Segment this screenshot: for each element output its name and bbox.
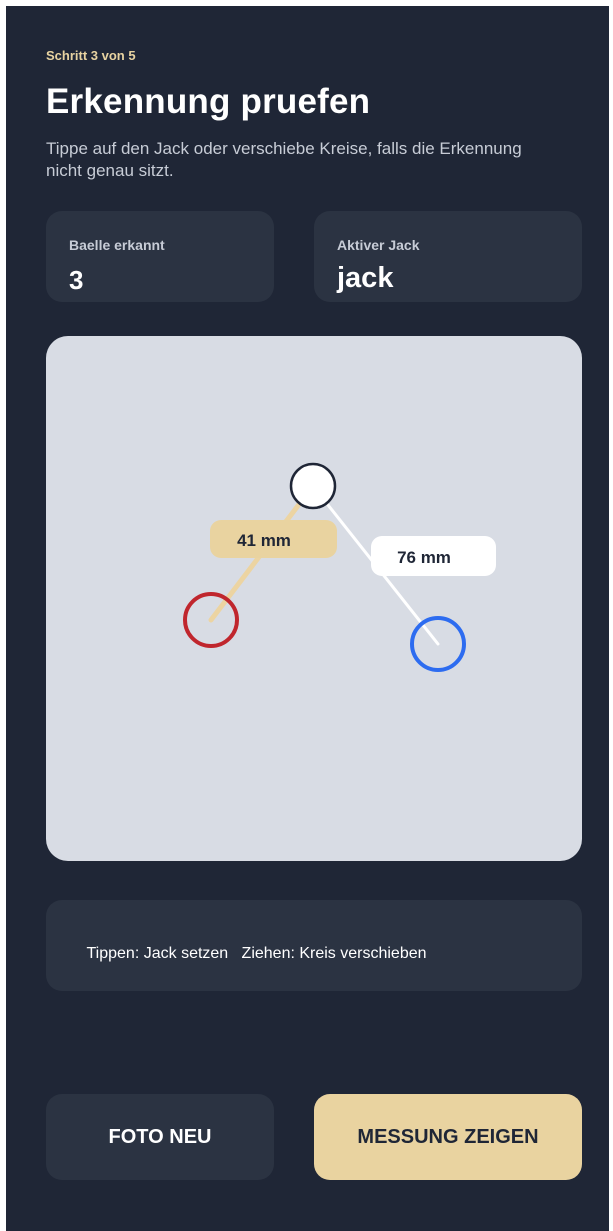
jack-marker[interactable] <box>289 462 337 510</box>
app-screen: Schritt 3 von 5 Erkennung pruefen Tippe … <box>6 6 609 1231</box>
gesture-hint-card: Tippen: Jack setzen Ziehen: Kreis versch… <box>46 900 582 991</box>
active-jack-card: Aktiver Jack jack <box>314 211 582 302</box>
step-indicator: Schritt 3 von 5 <box>46 48 136 63</box>
balls-detected-label: Baelle erkannt <box>69 237 165 253</box>
distance-label-red: 41 mm <box>237 531 291 550</box>
detection-canvas[interactable]: 41 mm 76 mm <box>46 336 582 861</box>
page-subtitle: Tippe auf den Jack oder verschiebe Kreis… <box>46 139 522 180</box>
distance-label-blue: 76 mm <box>397 548 451 567</box>
detection-overlay: 41 mm 76 mm <box>183 462 496 672</box>
retake-photo-button[interactable]: FOTO NEU <box>46 1094 274 1180</box>
active-jack-value: jack <box>337 262 394 294</box>
show-measurement-button[interactable]: MESSUNG ZEIGEN <box>314 1094 582 1180</box>
balls-detected-card: Baelle erkannt 3 <box>46 211 274 302</box>
page-title: Erkennung pruefen <box>46 82 371 121</box>
active-jack-label: Aktiver Jack <box>337 237 420 253</box>
balls-detected-value: 3 <box>69 265 84 295</box>
gesture-hint-text: Tippen: Jack setzen Ziehen: Kreis versch… <box>86 945 427 962</box>
